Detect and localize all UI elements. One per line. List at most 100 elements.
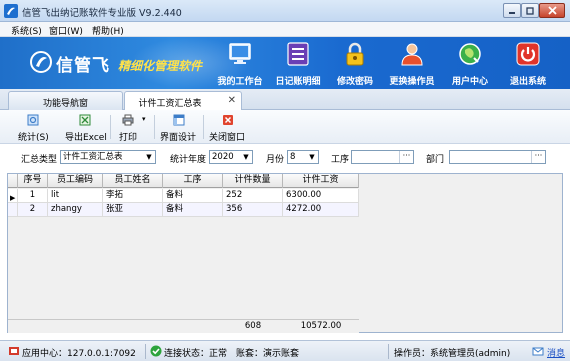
col-header-process[interactable]: 工序 — [163, 174, 223, 188]
minimize-icon — [509, 11, 515, 14]
tab-piece-wage-summary[interactable]: 计件工资汇总表 ✕ — [124, 91, 242, 111]
exit-system-button[interactable]: 退出系统 — [505, 39, 551, 87]
tab-navigation[interactable]: 功能导航窗 — [8, 91, 123, 110]
row-header-corner — [8, 174, 18, 188]
minimize-button[interactable] — [503, 3, 521, 18]
process-label: 工序 — [331, 155, 350, 165]
app-center-status: 应用中心：127.0.0.1:7092 — [22, 349, 136, 359]
journal-detail-label: 日记账明细 — [275, 77, 321, 87]
menu-window[interactable]: 窗口(W) — [49, 24, 83, 37]
list-icon — [287, 42, 309, 66]
col-header-quantity[interactable]: 计件数量 — [223, 174, 283, 188]
status-bar: 应用中心：127.0.0.1:7092 连接状态：正常 账套：演示账套 操作员：… — [0, 340, 570, 361]
change-password-label: 修改密码 — [336, 77, 373, 87]
browse-process-button[interactable]: ··· — [399, 151, 413, 163]
col-header-wage[interactable]: 计件工资 — [283, 174, 359, 188]
user-center-button[interactable]: 用户中心 — [447, 39, 493, 87]
year-value: 2020 — [212, 152, 234, 162]
window-title: 信管飞出纳记账软件专业版 V9.2.440 — [22, 8, 182, 19]
cell-emp-name: 李拓 — [103, 189, 163, 203]
connected-check-icon — [150, 345, 162, 357]
tab-piece-wage-summary-label: 计件工资汇总表 — [138, 99, 202, 109]
col-header-index[interactable]: 序号 — [18, 174, 48, 188]
close-window-icon — [223, 115, 233, 125]
summary-type-select[interactable]: 计件工资汇总表 ▼ — [60, 150, 156, 164]
summary-type-label: 汇总类型 — [21, 155, 58, 165]
tab-navigation-label: 功能导航窗 — [42, 99, 88, 109]
workbench-button[interactable]: 我的工作台 — [214, 39, 266, 87]
cell-emp-code: lit — [48, 189, 103, 203]
col-header-emp-name[interactable]: 员工姓名 — [103, 174, 163, 188]
wage-summary-grid[interactable]: 序号 员工编码 员工姓名 工序 计件数量 计件工资 ▶ 1 lit 李拓 备料 … — [7, 173, 563, 333]
month-label: 月份 — [266, 155, 285, 165]
close-window-label: 关闭窗口 — [209, 133, 246, 143]
print-button[interactable]: 打印 ▾ — [116, 113, 152, 143]
cell-process: 备料 — [163, 189, 223, 203]
cell-index: 2 — [18, 203, 48, 217]
export-excel-label: 导出Excel — [65, 133, 107, 143]
excel-icon — [79, 114, 91, 126]
stats-button[interactable]: 统计(S) — [12, 113, 52, 143]
brand-logo-icon — [30, 51, 52, 73]
header-banner: 信管飞 精细化管理软件 我的工作台 日记账明细 修改密码 更换操作员 用户中心 … — [0, 37, 570, 89]
close-window-button[interactable] — [539, 3, 565, 18]
grid-totals-row: 608 10572.00 — [8, 319, 359, 333]
menu-system[interactable]: 系统(S) — [11, 24, 42, 37]
maximize-button[interactable] — [521, 3, 539, 18]
journal-detail-button[interactable]: 日记账明细 — [270, 39, 326, 87]
chevron-down-icon: ▼ — [146, 153, 152, 161]
stats-label: 统计(S) — [18, 133, 49, 143]
change-password-button[interactable]: 修改密码 — [332, 39, 378, 87]
operator-status: 操作员：系统管理员(admin) — [394, 349, 511, 359]
message-icon — [532, 347, 544, 356]
user-center-label: 用户中心 — [451, 77, 488, 87]
layout-design-button[interactable]: 界面设计 — [157, 113, 201, 143]
export-excel-button[interactable]: 导出Excel — [61, 113, 107, 143]
close-icon — [547, 6, 557, 15]
grid-header: 序号 员工编码 员工姓名 工序 计件数量 计件工资 — [8, 174, 359, 188]
layout-design-label: 界面设计 — [160, 133, 197, 143]
account-status: 账套：演示账套 — [236, 349, 300, 359]
table-row[interactable]: 2 zhangy 张亚 备料 356 4272.00 — [8, 203, 359, 217]
message-link[interactable]: 消息 — [547, 346, 565, 359]
toolbar-separator — [110, 115, 111, 139]
month-value: 8 — [290, 152, 296, 162]
year-select[interactable]: 2020 ▼ — [209, 150, 253, 164]
cell-quantity: 356 — [223, 203, 283, 217]
row-indicator-cell — [8, 203, 18, 217]
print-dropdown-icon[interactable]: ▾ — [142, 115, 146, 123]
app-logo-icon — [4, 4, 18, 18]
row-indicator-cell: ▶ — [8, 189, 18, 203]
layout-icon — [173, 114, 185, 126]
exit-system-label: 退出系统 — [509, 77, 546, 87]
table-row[interactable]: ▶ 1 lit 李拓 备料 252 6300.00 — [8, 189, 359, 203]
toolbar-separator — [203, 115, 204, 139]
power-icon — [516, 42, 540, 66]
process-field[interactable]: ··· — [351, 150, 414, 164]
title-bar: 信管飞出纳记账软件专业版 V9.2.440 — [0, 0, 570, 22]
cell-wage: 6300.00 — [283, 189, 359, 203]
status-separator — [145, 344, 146, 359]
app-center-icon — [9, 347, 19, 355]
dept-label: 部门 — [426, 155, 445, 165]
col-header-emp-code[interactable]: 员工编码 — [48, 174, 103, 188]
cell-process: 备料 — [163, 203, 223, 217]
cell-emp-code: zhangy — [48, 203, 103, 217]
total-wage: 10572.00 — [300, 321, 342, 331]
month-select[interactable]: 8 ▼ — [287, 150, 319, 164]
maximize-icon — [526, 6, 534, 15]
cell-index: 1 — [18, 189, 48, 203]
menu-help[interactable]: 帮助(H) — [92, 24, 124, 37]
globe-icon — [459, 43, 481, 65]
switch-operator-button[interactable]: 更换操作员 — [386, 39, 438, 87]
close-window-tool-button[interactable]: 关闭窗口 — [207, 113, 251, 143]
tab-close-icon[interactable]: ✕ — [228, 95, 236, 106]
chevron-down-icon: ▼ — [309, 153, 315, 161]
user-icon — [401, 43, 423, 66]
browse-dept-button[interactable]: ··· — [531, 151, 545, 163]
stats-icon — [27, 114, 39, 126]
dept-field[interactable]: ··· — [449, 150, 546, 164]
print-label: 打印 — [119, 133, 138, 143]
filter-bar: 汇总类型 计件工资汇总表 ▼ 统计年度 2020 ▼ 月份 8 ▼ 工序 ···… — [0, 144, 570, 171]
status-separator — [388, 344, 389, 359]
